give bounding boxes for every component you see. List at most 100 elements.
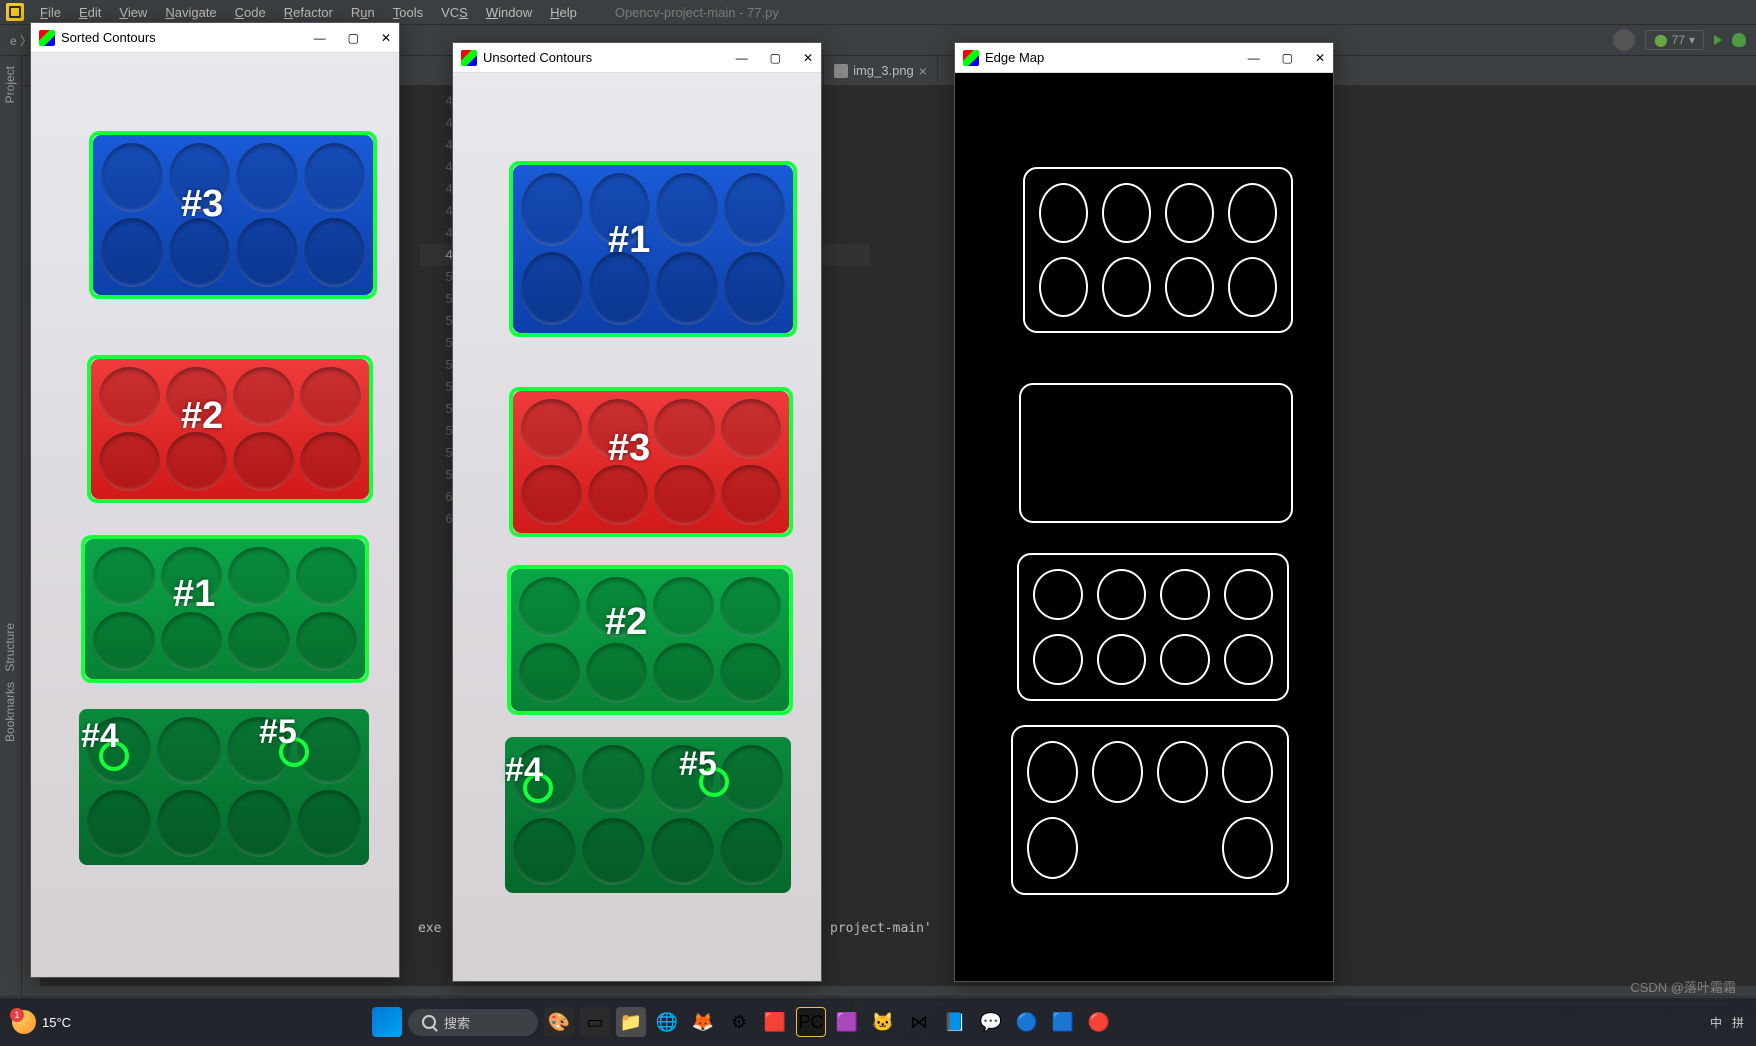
- label-4: #4: [505, 751, 543, 790]
- minimize-button[interactable]: —: [1248, 51, 1260, 65]
- contour-1: [509, 161, 797, 337]
- edge-map-window[interactable]: Edge Map — ▢ ✕: [954, 42, 1334, 982]
- label-1: #1: [173, 573, 215, 616]
- contour-2: [507, 565, 793, 715]
- label-5: #5: [679, 745, 717, 784]
- label-3: #3: [608, 427, 650, 470]
- vs-icon[interactable]: ⋈: [904, 1007, 934, 1037]
- app-icon[interactable]: 🔵: [1012, 1007, 1042, 1037]
- watermark: CSDN @落叶霜霜: [1630, 977, 1736, 996]
- maximize-button[interactable]: ▢: [348, 31, 359, 45]
- close-button[interactable]: ✕: [803, 51, 813, 65]
- edge-icon[interactable]: 🌐: [652, 1007, 682, 1037]
- edge-shape: [1011, 725, 1289, 895]
- app-icon[interactable]: 🐱: [868, 1007, 898, 1037]
- ime-mode[interactable]: 拼: [1732, 1014, 1744, 1031]
- menu-help[interactable]: Help: [542, 3, 585, 22]
- unsorted-contours-window[interactable]: Unsorted Contours — ▢ ✕ #1 #3 #2 #4 #5: [452, 42, 822, 982]
- ime-indicator[interactable]: 中: [1710, 1014, 1722, 1031]
- weather-widget[interactable]: 1 15°C: [12, 1010, 71, 1034]
- menu-vcs[interactable]: VCS: [433, 3, 476, 22]
- windows-taskbar: 1 15°C 搜索 🎨 ▭ 📁 🌐 🦊 ⚙ 🟥 PC 🟪 🐱 ⋈ 📘 💬 🔵 🟦…: [0, 998, 1756, 1046]
- taskbar-search[interactable]: 搜索: [408, 1009, 538, 1036]
- menu-window[interactable]: Window: [478, 3, 540, 22]
- contour-3: [509, 387, 793, 537]
- menu-file[interactable]: File: [32, 3, 69, 22]
- minimize-button[interactable]: —: [736, 51, 748, 65]
- debug-button[interactable]: [1732, 33, 1746, 47]
- image-canvas: #3 #2 #1 #4 #5: [31, 53, 399, 977]
- search-icon: [422, 1015, 436, 1029]
- edge-shape: [1019, 383, 1293, 523]
- edge-shape: [1017, 553, 1289, 701]
- window-titlebar[interactable]: Edge Map — ▢ ✕: [955, 43, 1333, 73]
- window-titlebar[interactable]: Unsorted Contours — ▢ ✕: [453, 43, 821, 73]
- weather-badge: 1: [10, 1008, 24, 1022]
- minimize-button[interactable]: —: [314, 31, 326, 45]
- sorted-contours-window[interactable]: Sorted Contours — ▢ ✕ #3 #2 #1 #4 #5: [30, 22, 400, 978]
- vscode-icon[interactable]: 📘: [940, 1007, 970, 1037]
- run-config-name: 77: [1672, 33, 1685, 47]
- structure-tool[interactable]: Structure: [3, 623, 17, 672]
- system-tray[interactable]: 中 拼: [1710, 1014, 1744, 1031]
- project-title: Opencv-project-main - 77.py: [607, 3, 787, 22]
- label-2: #2: [181, 395, 223, 438]
- firefox-icon[interactable]: 🦊: [688, 1007, 718, 1037]
- opencv-icon: [39, 30, 55, 46]
- tab-img3[interactable]: img_3.png ×: [824, 56, 938, 85]
- temperature: 15°C: [42, 1015, 71, 1030]
- left-sidebar: Project Structure Bookmarks: [0, 56, 22, 1020]
- close-button[interactable]: ✕: [381, 31, 391, 45]
- app-icon[interactable]: 🟦: [1048, 1007, 1078, 1037]
- menu-refactor[interactable]: Refactor: [276, 3, 341, 22]
- edge-shape: [1023, 167, 1293, 333]
- label-5: #5: [259, 713, 297, 752]
- run-config-selector[interactable]: ⬤ 77 ▾: [1645, 30, 1704, 50]
- menu-tools[interactable]: Tools: [385, 3, 431, 22]
- copilot-icon[interactable]: 🎨: [544, 1007, 574, 1037]
- image-icon: [834, 64, 848, 78]
- pycharm-icon: [6, 3, 24, 21]
- search-placeholder: 搜索: [444, 1013, 470, 1032]
- window-title: Sorted Contours: [61, 30, 156, 45]
- menu-code[interactable]: Code: [227, 3, 274, 22]
- bookmarks-tool[interactable]: Bookmarks: [3, 682, 17, 742]
- settings-icon[interactable]: ⚙: [724, 1007, 754, 1037]
- window-title: Edge Map: [985, 50, 1044, 65]
- image-canvas: #1 #3 #2 #4 #5: [453, 73, 821, 981]
- explorer-icon[interactable]: 📁: [616, 1007, 646, 1037]
- label-4: #4: [81, 717, 119, 756]
- close-icon[interactable]: ×: [919, 63, 927, 79]
- contour-2: [87, 355, 373, 503]
- task-view-icon[interactable]: ▭: [580, 1007, 610, 1037]
- chevron-down-icon: ▾: [1689, 33, 1695, 47]
- run-button[interactable]: [1714, 35, 1722, 45]
- project-tool[interactable]: Project: [3, 66, 17, 103]
- wechat-icon[interactable]: 💬: [976, 1007, 1006, 1037]
- app-icon[interactable]: 🟥: [760, 1007, 790, 1037]
- app-icon[interactable]: 🟪: [832, 1007, 862, 1037]
- avatar-icon[interactable]: [1613, 29, 1635, 51]
- contour-3: [89, 131, 377, 299]
- label-3: #3: [181, 183, 223, 226]
- console-text: project-main': [830, 921, 932, 936]
- contour-1: [81, 535, 369, 683]
- app-icon[interactable]: 🔴: [1084, 1007, 1114, 1037]
- window-titlebar[interactable]: Sorted Contours — ▢ ✕: [31, 23, 399, 53]
- maximize-button[interactable]: ▢: [770, 51, 781, 65]
- start-button[interactable]: [372, 1007, 402, 1037]
- menu-view[interactable]: View: [111, 3, 155, 22]
- label-1: #1: [608, 219, 650, 262]
- maximize-button[interactable]: ▢: [1282, 51, 1293, 65]
- weather-icon: 1: [12, 1010, 36, 1034]
- menu-edit[interactable]: Edit: [71, 3, 109, 22]
- menu-bar: File Edit View Navigate Code Refactor Ru…: [0, 0, 1756, 24]
- tab-label: img_3.png: [853, 63, 914, 78]
- image-canvas: [955, 73, 1333, 981]
- menu-run[interactable]: Run: [343, 3, 383, 22]
- pycharm-taskbar-icon[interactable]: PC: [796, 1007, 826, 1037]
- label-2: #2: [605, 601, 647, 644]
- python-icon: ⬤: [1654, 33, 1667, 47]
- close-button[interactable]: ✕: [1315, 51, 1325, 65]
- menu-navigate[interactable]: Navigate: [157, 3, 224, 22]
